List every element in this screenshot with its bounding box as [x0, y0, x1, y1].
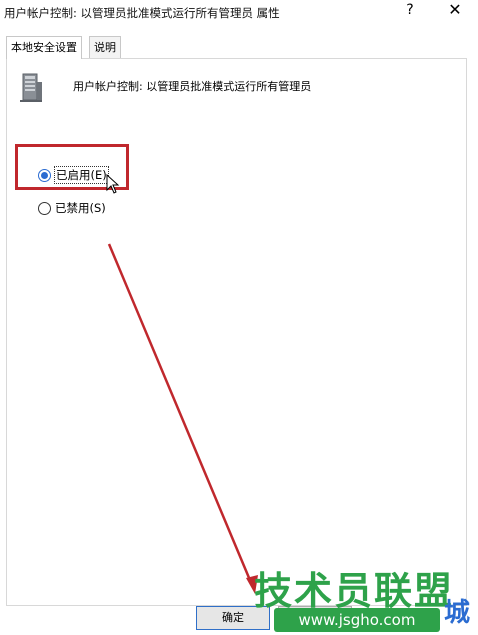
- title-bar: 用户帐户控制: 以管理员批准模式运行所有管理员 属性 ? ✕: [0, 0, 478, 30]
- close-button[interactable]: ✕: [440, 0, 470, 22]
- tab-local-security-setting[interactable]: 本地安全设置: [6, 36, 82, 59]
- server-icon: [20, 73, 42, 102]
- cancel-button[interactable]: 取消: [278, 606, 352, 630]
- tab-explain[interactable]: 说明: [89, 36, 121, 58]
- enabled-radio[interactable]: [38, 168, 51, 182]
- help-button[interactable]: ?: [400, 0, 420, 22]
- enabled-label[interactable]: 已启用(E): [54, 166, 109, 184]
- disabled-label[interactable]: 已禁用(S): [55, 200, 106, 216]
- enabled-option[interactable]: 已启用(E): [38, 166, 109, 184]
- ok-button[interactable]: 确定: [196, 606, 270, 630]
- window-title: 用户帐户控制: 以管理员批准模式运行所有管理员 属性: [4, 6, 280, 20]
- properties-dialog: 用户帐户控制: 以管理员批准模式运行所有管理员 属性 ? ✕ 本地安全设置 说明…: [0, 0, 478, 635]
- disabled-option[interactable]: 已禁用(S): [38, 200, 106, 216]
- tab-panel: 用户帐户控制: 以管理员批准模式运行所有管理员: [6, 58, 467, 606]
- disabled-radio[interactable]: [38, 201, 51, 215]
- policy-title: 用户帐户控制: 以管理员批准模式运行所有管理员: [73, 80, 312, 93]
